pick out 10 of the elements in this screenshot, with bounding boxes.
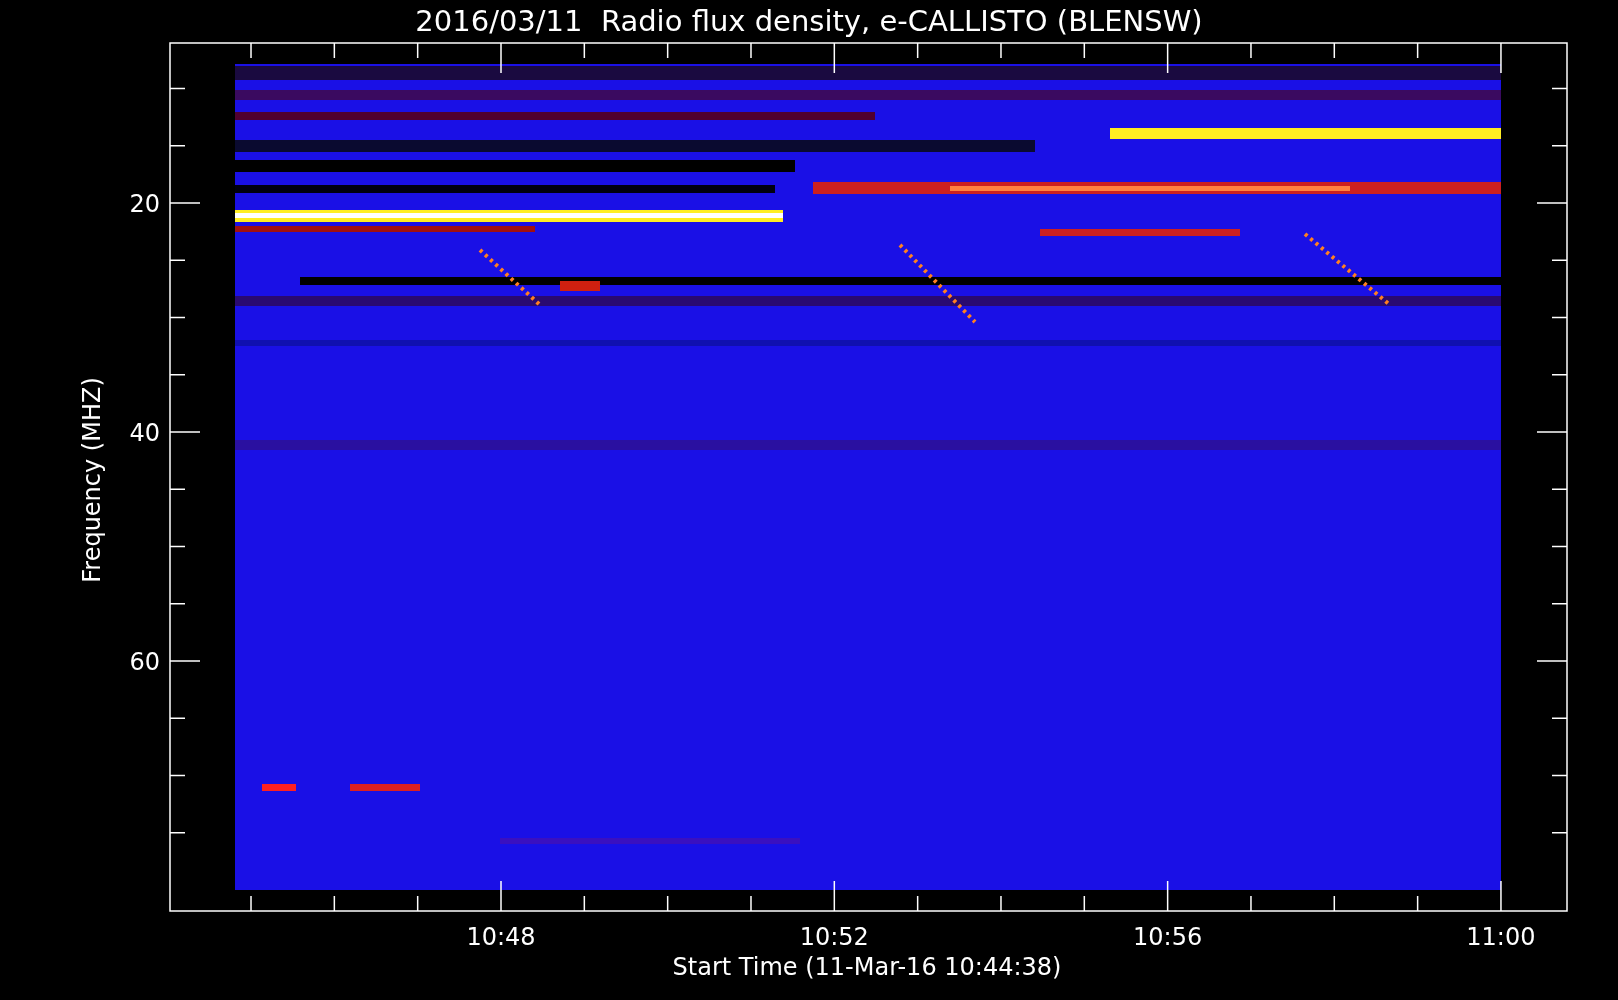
y-axis-label: Frequency (MHZ)	[78, 377, 106, 583]
x-axis-label: Start Time (11-Mar-16 10:44:38)	[672, 953, 1062, 981]
x-tick-label: 11:00	[1466, 923, 1536, 951]
y-tick-label: 20	[129, 190, 160, 218]
plot-title: 2016/03/11 Radio flux density, e-CALLISTO (BLENSW)	[415, 4, 1203, 38]
x-tick-label: 10:48	[466, 923, 536, 951]
x-tick-label: 10:52	[799, 923, 869, 951]
y-tick-label: 40	[129, 419, 160, 447]
x-tick-label: 10:56	[1133, 923, 1203, 951]
y-tick-label: 60	[129, 648, 160, 676]
